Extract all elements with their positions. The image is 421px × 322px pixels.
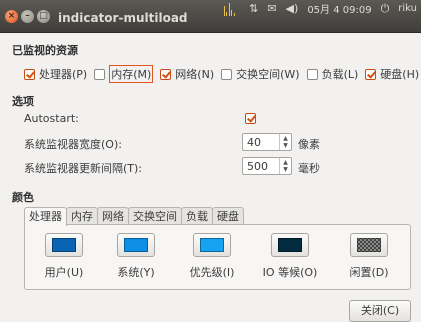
idle-color-label: 闲置(D) — [349, 266, 389, 279]
checkbox-cpu-box[interactable] — [24, 68, 35, 80]
iowait-color-button[interactable] — [271, 233, 309, 257]
checkbox-network-label: 网络(N) — [175, 68, 215, 81]
color-item-iowait: IO 等候(O) — [260, 233, 320, 280]
color-item-idle: 闲置(D) — [339, 233, 399, 280]
network-arrows-icon[interactable]: ⇅ — [249, 2, 258, 15]
update-interval-unit: 毫秒 — [298, 162, 320, 175]
checkbox-network-box[interactable] — [160, 68, 172, 80]
color-item-system: 系统(Y) — [106, 233, 166, 280]
idle-color-button[interactable] — [350, 233, 388, 257]
colors-heading: 颜色 — [12, 191, 34, 204]
nice-color-label: 优先级(I) — [189, 266, 235, 279]
idle-color-swatch — [357, 238, 381, 252]
system-color-label: 系统(Y) — [117, 266, 155, 279]
checkbox-load-label: 负载(L) — [321, 68, 359, 81]
close-window-button[interactable]: × — [5, 10, 18, 23]
minimize-window-button[interactable]: – — [21, 10, 34, 23]
checkbox-network[interactable]: 网络(N) — [160, 66, 214, 82]
tab-cpu[interactable]: 处理器 — [24, 207, 67, 226]
user-color-swatch — [52, 238, 76, 252]
clock[interactable]: 05月 4 09:09 — [307, 1, 371, 16]
monitor-width-unit: 像素 — [298, 138, 320, 151]
checkbox-disk-label: 硬盘(H) — [380, 68, 420, 81]
checkbox-memory[interactable]: 内存(M) — [94, 65, 154, 83]
checkbox-memory-box[interactable] — [94, 68, 106, 80]
system-color-button[interactable] — [117, 233, 155, 257]
checkbox-cpu[interactable]: 处理器(P) — [24, 66, 87, 82]
checkbox-swap-box[interactable] — [221, 68, 233, 80]
update-interval-value[interactable]: 500 — [247, 160, 268, 173]
autostart-label: Autostart: — [24, 112, 79, 125]
maximize-window-button[interactable]: □ — [37, 10, 50, 23]
system-color-swatch — [124, 238, 148, 252]
window-controls: × – □ — [5, 10, 50, 23]
monitored-resources-heading: 已监视的资源 — [12, 44, 78, 57]
checkbox-memory-label: 内存(M) — [109, 65, 154, 83]
checkbox-load[interactable]: 负载(L) — [306, 66, 359, 82]
user-name[interactable]: riku — [398, 3, 417, 14]
iowait-color-label: IO 等候(O) — [262, 266, 318, 279]
update-interval-spinner[interactable]: 500 ▲ ▼ — [242, 157, 292, 175]
checkbox-cpu-label: 处理器(P) — [39, 68, 88, 81]
preferences-dialog: 已监视的资源 处理器(P) 内存(M) 网络(N) 交换空间(W) 负载(L) … — [0, 33, 421, 322]
checkbox-load-box[interactable] — [306, 68, 318, 80]
color-item-nice: 优先级(I) — [182, 233, 242, 280]
options-heading: 选项 — [12, 95, 34, 108]
spinner-arrows-icon[interactable]: ▲ ▼ — [279, 134, 291, 150]
multiload-graph-icon[interactable] — [196, 2, 240, 16]
autostart-checkbox[interactable] — [245, 113, 256, 124]
close-button[interactable]: 关闭(C) — [349, 300, 411, 322]
monitored-resources-row: 处理器(P) 内存(M) 网络(N) 交换空间(W) 负载(L) 硬盘(H) — [24, 65, 421, 83]
window-title: indicator-multiload — [58, 11, 188, 25]
checkbox-disk-box[interactable] — [365, 68, 377, 80]
monitor-width-label: 系统监视器宽度(O): — [24, 138, 122, 151]
monitor-width-value[interactable]: 40 — [247, 136, 261, 149]
user-color-label: 用户(U) — [44, 266, 84, 279]
checkbox-swap[interactable]: 交换空间(W) — [221, 66, 300, 82]
user-color-button[interactable] — [45, 233, 83, 257]
mail-icon[interactable]: ✉ — [267, 2, 276, 15]
checkbox-disk[interactable]: 硬盘(H) — [365, 66, 419, 82]
nice-color-button[interactable] — [193, 233, 231, 257]
update-interval-label: 系统监视器更新间隔(T): — [24, 162, 143, 175]
iowait-color-swatch — [278, 238, 302, 252]
volume-icon[interactable]: ◀) — [286, 2, 299, 15]
spinner-arrows-icon[interactable]: ▲ ▼ — [279, 158, 291, 174]
color-item-user: 用户(U) — [34, 233, 94, 280]
checkbox-swap-label: 交换空间(W) — [236, 68, 300, 81]
window-titlebar[interactable]: × – □ indicator-multiload ⇅ ✉ ◀) 05月 4 0… — [0, 0, 421, 33]
monitor-width-spinner[interactable]: 40 ▲ ▼ — [242, 133, 292, 151]
nice-color-swatch — [200, 238, 224, 252]
cpu-colors-panel: 用户(U) 系统(Y) 优先级(I) IO 等候(O) 闲置(D) — [24, 224, 411, 290]
power-icon[interactable]: ⏻ — [381, 2, 390, 16]
system-tray: ⇅ ✉ ◀) 05月 4 09:09 ⏻ riku — [196, 1, 417, 16]
